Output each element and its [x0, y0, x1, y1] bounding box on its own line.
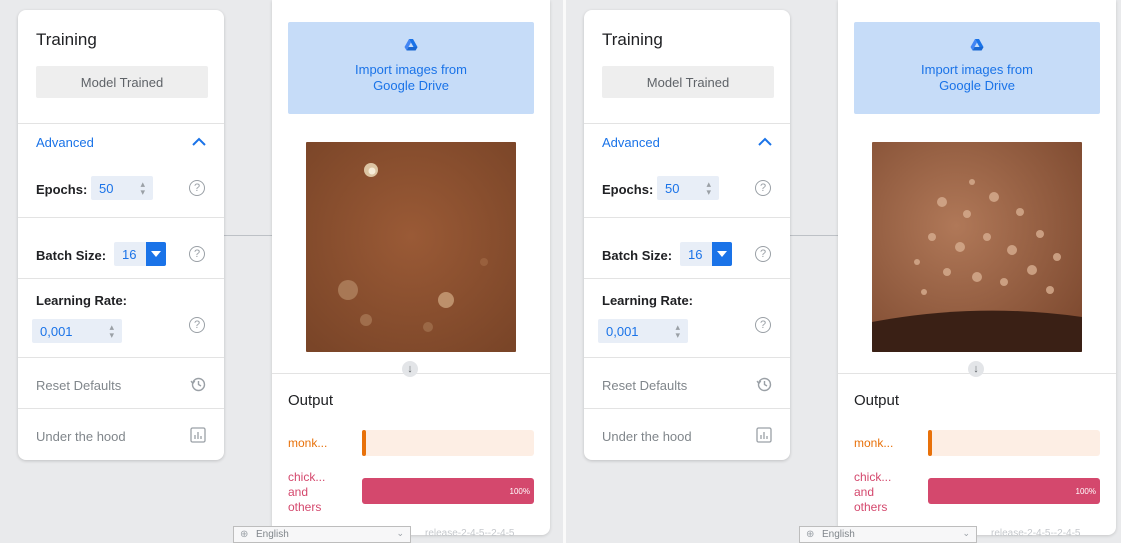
preview-card: Import images from Google Drive ↓ Output…	[272, 0, 550, 535]
version-label: release-2-4-5--2-4-5	[991, 528, 1081, 539]
batch-size-label: Batch Size:	[602, 248, 673, 263]
chevron-down-icon: ⌄	[396, 528, 404, 538]
google-drive-icon	[970, 39, 984, 51]
connector-line	[224, 235, 272, 236]
help-icon[interactable]: ?	[189, 317, 205, 333]
class-label-chick: chick... and others	[854, 470, 892, 514]
learning-rate-stepper[interactable]: 0,001 ▴ ▾	[32, 319, 122, 343]
stepper-arrows-icon[interactable]: ▴ ▾	[140, 180, 145, 197]
import-google-drive-button[interactable]: Import images from Google Drive	[854, 22, 1100, 114]
model-trained-button[interactable]: Model Trained	[36, 66, 208, 98]
preview-image	[306, 142, 516, 352]
model-trained-button[interactable]: Model Trained	[602, 66, 774, 98]
history-icon[interactable]	[756, 376, 772, 392]
import-button-label: Import images from Google Drive	[355, 62, 467, 93]
epochs-value: 50	[99, 180, 114, 196]
confidence-fill-monk	[928, 430, 932, 456]
confidence-fill-monk	[362, 430, 366, 456]
class-label-chick: chick... and others	[288, 470, 326, 514]
class-label-monk: monk...	[854, 436, 894, 450]
training-card: Training Model Trained Advanced Epochs: …	[18, 10, 224, 460]
output-title: Output	[288, 392, 334, 409]
epochs-stepper[interactable]: 50 ▴ ▾	[91, 176, 153, 200]
confidence-bar-monk	[362, 430, 534, 456]
divider	[18, 123, 224, 124]
epochs-value: 50	[665, 180, 680, 196]
language-select[interactable]: ⊕ English ⌄	[233, 526, 411, 543]
batch-size-select[interactable]: 16	[680, 242, 732, 266]
dropdown-caret-icon[interactable]	[146, 242, 166, 266]
arrow-down-icon: ↓	[968, 361, 984, 377]
advanced-toggle[interactable]: Advanced	[602, 135, 660, 150]
epochs-label: Epochs:	[36, 182, 88, 197]
batch-size-value: 16	[688, 246, 703, 262]
confidence-bar-monk	[928, 430, 1100, 456]
import-button-label: Import images from Google Drive	[921, 62, 1033, 93]
divider	[584, 217, 790, 218]
divider	[584, 278, 790, 279]
language-value: English	[822, 529, 855, 540]
divider	[18, 278, 224, 279]
learning-rate-value: 0,001	[40, 323, 73, 339]
preview-image	[872, 142, 1082, 352]
divider	[584, 408, 790, 409]
batch-size-label: Batch Size:	[36, 248, 107, 263]
epochs-label: Epochs:	[602, 182, 654, 197]
reset-defaults-button[interactable]: Reset Defaults	[36, 378, 121, 393]
chevron-up-icon[interactable]	[191, 136, 207, 148]
history-icon[interactable]	[190, 376, 206, 392]
under-the-hood-button[interactable]: Under the hood	[36, 429, 126, 444]
reset-defaults-button[interactable]: Reset Defaults	[602, 378, 687, 393]
chevron-up-icon[interactable]	[757, 136, 773, 148]
preview-card: Import images from Google Drive ↓ Output…	[838, 0, 1116, 535]
learning-rate-label: Learning Rate:	[602, 293, 694, 308]
chart-icon[interactable]	[756, 427, 772, 443]
help-icon[interactable]: ?	[755, 317, 771, 333]
divider	[584, 123, 790, 124]
chart-icon[interactable]	[190, 427, 206, 443]
divider	[584, 357, 790, 358]
globe-icon: ⊕	[240, 529, 249, 540]
help-icon[interactable]: ?	[755, 180, 771, 196]
google-drive-icon	[404, 39, 418, 51]
dropdown-caret-icon[interactable]	[712, 242, 732, 266]
confidence-fill-chick: 100%	[362, 478, 534, 504]
learning-rate-value: 0,001	[606, 323, 639, 339]
stepper-arrows-icon[interactable]: ▴ ▾	[706, 180, 711, 197]
import-google-drive-button[interactable]: Import images from Google Drive	[288, 22, 534, 114]
stepper-arrows-icon[interactable]: ▴ ▾	[109, 323, 114, 340]
advanced-toggle[interactable]: Advanced	[36, 135, 94, 150]
help-icon[interactable]: ?	[189, 246, 205, 262]
divider	[18, 408, 224, 409]
learning-rate-label: Learning Rate:	[36, 293, 128, 308]
training-title: Training	[602, 30, 663, 49]
batch-size-select[interactable]: 16	[114, 242, 166, 266]
training-card: Training Model Trained Advanced Epochs: …	[584, 10, 790, 460]
help-icon[interactable]: ?	[755, 246, 771, 262]
divider	[18, 217, 224, 218]
output-title: Output	[854, 392, 900, 409]
connector-line	[790, 235, 838, 236]
version-label: release-2-4-5--2-4-5	[425, 528, 515, 539]
batch-size-value: 16	[122, 246, 137, 262]
confidence-bar-chick: 100%	[928, 478, 1100, 504]
training-title: Training	[36, 30, 97, 49]
divider	[18, 357, 224, 358]
learning-rate-stepper[interactable]: 0,001 ▴ ▾	[598, 319, 688, 343]
language-select[interactable]: ⊕ English ⌄	[799, 526, 977, 543]
teachable-machine-panel-left: Training Model Trained Advanced Epochs: …	[0, 0, 563, 543]
help-icon[interactable]: ?	[189, 180, 205, 196]
confidence-bar-chick: 100%	[362, 478, 534, 504]
confidence-fill-chick: 100%	[928, 478, 1100, 504]
epochs-stepper[interactable]: 50 ▴ ▾	[657, 176, 719, 200]
under-the-hood-button[interactable]: Under the hood	[602, 429, 692, 444]
arrow-down-icon: ↓	[402, 361, 418, 377]
class-label-monk: monk...	[288, 436, 328, 450]
globe-icon: ⊕	[806, 529, 815, 540]
language-value: English	[256, 529, 289, 540]
stepper-arrows-icon[interactable]: ▴ ▾	[675, 323, 680, 340]
teachable-machine-panel-right: Training Model Trained Advanced Epochs: …	[566, 0, 1121, 543]
chevron-down-icon: ⌄	[962, 528, 970, 538]
